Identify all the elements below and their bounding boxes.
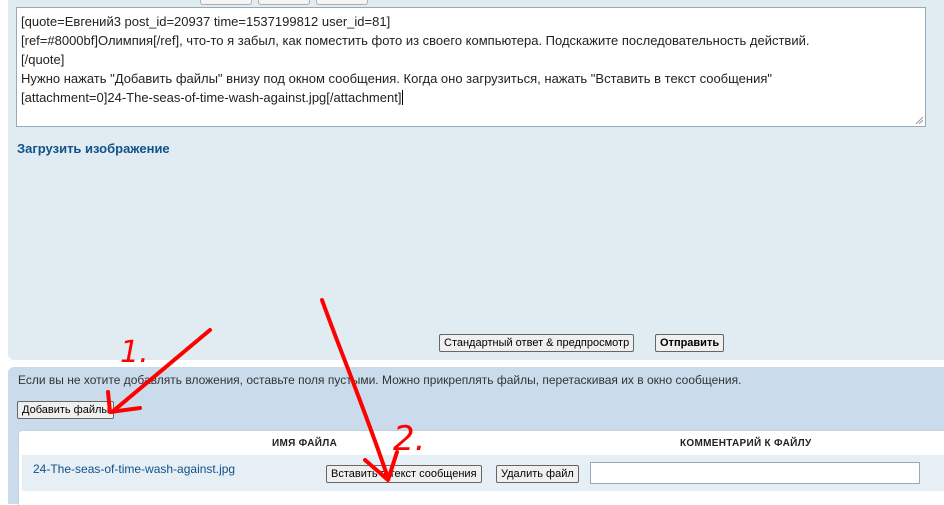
annotation-arrow-2 [320, 298, 390, 480]
annotation-label-1: 1. [120, 335, 149, 370]
annotation-label-2: 2. [393, 419, 425, 459]
annotation-overlay: 1. 2. [106, 298, 425, 482]
